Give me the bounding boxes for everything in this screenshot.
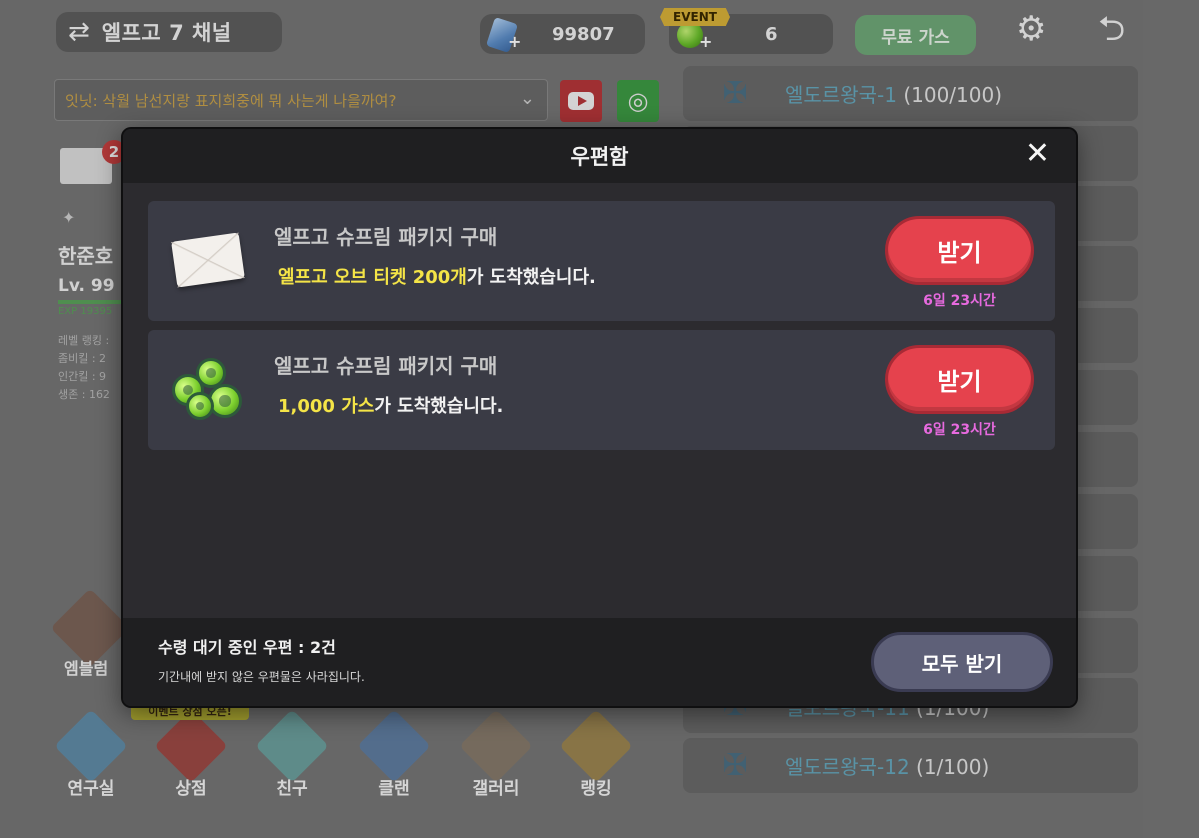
event-tag: EVENT — [660, 8, 730, 26]
back-arrow-icon[interactable]: ⮌ — [1098, 12, 1125, 46]
mail-title: 엘프고 슈프림 패키지 구매 — [274, 225, 498, 249]
gem-counter[interactable]: + 99807 — [480, 14, 645, 54]
kingdom-row[interactable]: ✠ 엘도르왕국-12 (1/100) — [683, 738, 1138, 793]
youtube-button[interactable] — [560, 80, 602, 122]
kingdom-crest-icon: ✠ — [722, 748, 748, 783]
close-icon[interactable]: ✕ — [1025, 139, 1050, 169]
sparkle-icon: ✦ — [62, 208, 76, 227]
mail-reward: 1,000 가스 — [278, 396, 375, 417]
mail-title: 엘프고 슈프림 패키지 구매 — [274, 354, 498, 378]
kingdom-name: 엘도르왕국-12 (1/100) — [785, 755, 990, 779]
friends-icon — [255, 709, 329, 783]
nav-shop[interactable]: 상점 — [150, 709, 232, 812]
channel-selector[interactable]: ⇄ 엘프고 7 채널 — [56, 12, 282, 52]
nav-label: 연구실 — [67, 779, 115, 799]
mail-item: 엘프고 슈프림 패키지 구매 1,000 가스가 도착했습니다. 받기 6일 2… — [148, 330, 1055, 450]
kingdom-crest-icon: ✠ — [722, 76, 748, 111]
chat-message: 잇닛: 삭월 남선지랑 표지희중에 뭐 사는게 나을까여? — [65, 91, 397, 110]
player-name: 한준호 — [58, 244, 114, 268]
kingdom-row[interactable]: ✠ 엘도르왕국-1 (100/100) — [683, 66, 1138, 121]
youtube-icon — [568, 92, 594, 110]
mail-reward: 엘프고 오브 티켓 200개 — [278, 267, 467, 288]
claim-button[interactable]: 받기 — [885, 345, 1034, 414]
plus-icon: + — [699, 32, 713, 51]
nav-label: 상점 — [175, 779, 207, 799]
nav-label: 갤러리 — [472, 779, 520, 799]
nav-clan[interactable]: 클랜 — [353, 709, 435, 812]
expire-note: 기간내에 받지 않은 우편물은 사라집니다. — [158, 670, 365, 684]
shop-icon — [154, 709, 228, 783]
free-gas-button[interactable]: 무료 가스 — [855, 15, 976, 55]
stat-survival: 생존 : 162 — [58, 388, 110, 401]
nav-gallery[interactable]: 갤러리 — [455, 709, 537, 812]
mail-suffix: 가 도착했습니다. — [374, 396, 504, 417]
community-icon: ◎ — [627, 87, 649, 115]
stat-human-kills: 인간킬 : 9 — [58, 370, 107, 383]
stat-zombie-kills: 좀비킬 : 2 — [58, 352, 107, 365]
dialog-footer: 수령 대기 중인 우편 : 2건 기간내에 받지 않은 우편물은 사라집니다. … — [123, 618, 1076, 706]
gem-value: 99807 — [552, 23, 615, 45]
trophy-icon — [559, 709, 633, 783]
kingdom-name: 엘도르왕국-1 (100/100) — [785, 83, 1003, 107]
mail-item: 엘프고 슈프림 패키지 구매 엘프고 오브 티켓 200개가 도착했습니다. 받… — [148, 201, 1055, 321]
chevron-down-icon[interactable]: ⌄ — [520, 88, 535, 109]
nav-ranking[interactable]: 랭킹 — [555, 709, 637, 812]
gas-value: 6 — [765, 23, 778, 45]
gear-icon[interactable]: ⚙ — [1016, 12, 1046, 46]
exp-text: EXP 19395 — [58, 306, 113, 317]
clan-flag-icon — [357, 709, 431, 783]
exp-bar — [58, 300, 128, 304]
player-level: Lv. 99 — [58, 276, 115, 296]
gallery-icon — [459, 709, 533, 783]
nav-label: 랭킹 — [580, 779, 612, 799]
expire-timer: 6일 23시간 — [923, 422, 996, 438]
mail-description: 1,000 가스가 도착했습니다. — [278, 392, 503, 418]
nav-lab[interactable]: 연구실 — [50, 709, 132, 812]
dialog-header: 우편함 ✕ — [123, 129, 1076, 183]
pending-mail-count: 수령 대기 중인 우편 : 2건 — [158, 638, 336, 657]
channel-label: 엘프고 7 채널 — [101, 21, 232, 45]
mail-description: 엘프고 오브 티켓 200개가 도착했습니다. — [278, 263, 596, 289]
mail-suffix: 가 도착했습니다. — [466, 267, 596, 288]
nav-friends[interactable]: 친구 — [251, 709, 333, 812]
emblem-label: 엠블럼 — [64, 659, 109, 678]
claim-all-button[interactable]: 모두 받기 — [871, 632, 1053, 692]
swap-icon: ⇄ — [68, 17, 90, 47]
claim-button[interactable]: 받기 — [885, 216, 1034, 285]
dialog-title: 우편함 — [570, 145, 629, 169]
expire-timer: 6일 23시간 — [923, 293, 996, 309]
stat-rank: 레벨 랭킹 : — [58, 334, 110, 347]
envelope-icon — [168, 223, 248, 299]
nav-label: 친구 — [276, 779, 308, 799]
nav-label: 클랜 — [378, 779, 410, 799]
mailbox-dialog: 우편함 ✕ 엘프고 슈프림 패키지 구매 엘프고 오브 티켓 200개가 도착했… — [121, 127, 1078, 708]
gas-icon — [168, 352, 248, 428]
plus-icon: + — [508, 32, 522, 51]
chat-bar[interactable]: 잇닛: 삭월 남선지랑 표지희중에 뭐 사는게 나을까여? ⌄ — [54, 79, 548, 121]
lab-icon — [54, 709, 128, 783]
community-button[interactable]: ◎ — [617, 80, 659, 122]
